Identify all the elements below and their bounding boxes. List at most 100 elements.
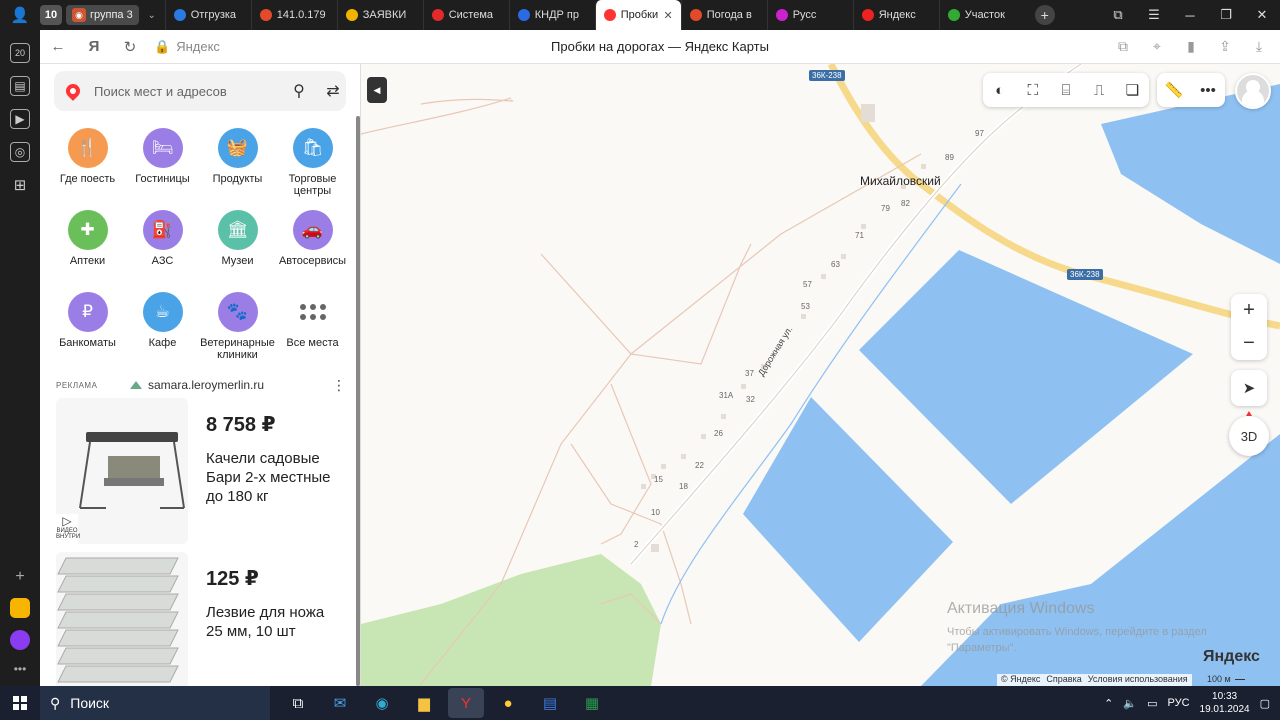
search-input[interactable] xyxy=(94,83,288,99)
browser-tab[interactable]: Русс xyxy=(766,0,853,30)
category-bed[interactable]: 🛏 Гостиницы xyxy=(125,128,200,200)
browser-tab[interactable]: Участок xyxy=(938,0,1025,30)
browser-tab[interactable]: Система xyxy=(422,0,509,30)
category-basket[interactable]: 🧺 Продукты xyxy=(200,128,275,200)
ad-product-card[interactable]: 125 ₽ Лезвие для ножа 25 мм, 10 шт xyxy=(50,552,350,686)
location-icon[interactable]: ⌖ xyxy=(1142,38,1172,55)
1c-app-icon[interactable]: ● xyxy=(490,688,526,718)
network-icon[interactable]: ▭ xyxy=(1147,697,1157,710)
sidebar-video-icon[interactable]: ▶ xyxy=(10,109,30,129)
collapse-panel-button[interactable]: ◀ xyxy=(367,77,387,103)
product-price: 8 758 ₽ xyxy=(206,414,276,436)
sidebar-apps-icon[interactable]: ⊞ xyxy=(10,175,30,195)
category-car-service[interactable]: 🚗 Автосервисы xyxy=(275,210,350,282)
word-app-icon[interactable]: ▤ xyxy=(532,688,568,718)
category-dots-grid[interactable]: Все места xyxy=(275,292,350,364)
camera-icon[interactable]: ⌸ xyxy=(1055,79,1077,101)
avatar[interactable] xyxy=(1235,73,1271,109)
more-vertical-icon[interactable]: ⋮ xyxy=(332,377,350,394)
keyboard-lang[interactable]: РУС xyxy=(1168,697,1190,709)
sidebar-add-icon[interactable]: + xyxy=(15,568,24,586)
traffic-layer-icon[interactable]: ◐ xyxy=(989,79,1011,101)
category-ruble[interactable]: ₽ Банкоматы xyxy=(50,292,125,364)
product-price: 125 ₽ xyxy=(206,568,259,590)
yandex-logo-icon[interactable]: Я xyxy=(76,38,112,55)
close-window-button[interactable]: ✕ xyxy=(1244,7,1280,23)
layers-icon[interactable]: ❏ xyxy=(1121,79,1143,101)
share-icon[interactable]: ⇪ xyxy=(1210,38,1240,55)
tab-group[interactable]: 10 ◉ группа 3 ⌄ xyxy=(40,4,159,26)
alice-icon[interactable] xyxy=(10,630,30,650)
mail-app-icon[interactable]: ✉ xyxy=(322,688,358,718)
category-coffee-cup[interactable]: ☕ Кафе xyxy=(125,292,200,364)
clock[interactable]: 10:33 19.01.2024 xyxy=(1200,690,1250,716)
collections-icon[interactable]: ⧉ xyxy=(1100,7,1136,23)
tab-group-pill[interactable]: ◉ группа 3 xyxy=(66,5,139,25)
download-icon[interactable]: ⤓ xyxy=(1244,38,1274,55)
volume-icon[interactable]: 🔈 xyxy=(1123,697,1137,710)
yandex-browser-app-icon[interactable]: Y xyxy=(448,688,484,718)
route-icon[interactable]: ⇄ xyxy=(318,71,348,111)
sidebar-screenshot-icon[interactable]: ◎ xyxy=(10,142,30,162)
category-shopping-bag[interactable]: 🛍 Торговые центры xyxy=(275,128,350,200)
browser-tab[interactable]: Погода в xyxy=(680,0,767,30)
zoom-in-button[interactable]: + xyxy=(1231,294,1267,327)
search-icon[interactable]: ⚲ xyxy=(288,81,310,101)
category-pharmacy-cross[interactable]: ✚ Аптеки xyxy=(50,210,125,282)
task-view-icon[interactable]: ⧉ xyxy=(280,688,316,718)
transit-icon[interactable]: ⎍ xyxy=(1088,79,1110,101)
fuel-icon: ⛽ xyxy=(142,210,183,250)
search-box[interactable]: ⚲ xyxy=(54,71,346,111)
browser-tab[interactable]: КНДР пр xyxy=(508,0,595,30)
ruler-icon[interactable]: 📏 xyxy=(1163,79,1185,101)
browser-tab[interactable]: 141.0.179 xyxy=(250,0,337,30)
zoom-out-button[interactable]: − xyxy=(1231,327,1267,360)
sidebar-counter-icon[interactable]: 20 xyxy=(10,43,30,63)
tray-chevron-icon[interactable]: ⌃ xyxy=(1104,697,1113,710)
category-museum[interactable]: 🏛 Музеи xyxy=(200,210,275,282)
map-canvas[interactable]: ◀ Михайловский Дорожная ул. 36К-238 36К-… xyxy=(361,64,1280,686)
minimize-button[interactable]: ─ xyxy=(1172,8,1208,23)
excel-app-icon[interactable]: ▦ xyxy=(574,688,610,718)
close-tab-icon[interactable]: ✕ xyxy=(664,9,673,22)
url-field[interactable]: 🔒 Яндекс xyxy=(154,39,220,55)
browser-tab[interactable]: Отгрузка xyxy=(164,0,251,30)
sidebar-mail-icon[interactable] xyxy=(10,598,30,618)
browser-tab[interactable]: Яндекс xyxy=(852,0,939,30)
more-horizontal-icon[interactable]: ••• xyxy=(1197,79,1219,101)
panorama-icon[interactable]: ⛶ xyxy=(1022,79,1044,101)
my-location-button[interactable]: ➤ xyxy=(1231,370,1267,406)
edge-app-icon[interactable]: ◉ xyxy=(364,688,400,718)
bookmark-icon[interactable]: ▮ xyxy=(1176,38,1206,55)
profile-icon[interactable]: 👤 xyxy=(0,0,40,30)
map-pin-icon xyxy=(63,81,83,101)
back-button[interactable]: ← xyxy=(40,38,76,55)
menu-icon[interactable]: ☰ xyxy=(1136,7,1172,23)
category-fork-knife[interactable]: 🍴 Где поесть xyxy=(50,128,125,200)
panel-scrollbar[interactable] xyxy=(356,116,360,686)
taskbar-search[interactable]: ⚲ Поиск xyxy=(40,686,270,720)
ad-product-card[interactable]: ▷ ВИДЕО ВНУТРИ 8 758 ₽ Качели садовые Ба… xyxy=(50,398,350,546)
category-pet[interactable]: 🐾 Ветеринарные клиники xyxy=(200,292,275,364)
track xyxy=(660,523,692,625)
sidebar-more-icon[interactable]: ••• xyxy=(14,662,27,676)
3d-button[interactable]: 3D xyxy=(1229,411,1269,456)
town-label[interactable]: Михайловский xyxy=(860,174,941,188)
start-button[interactable] xyxy=(0,686,40,720)
browser-tab[interactable]: ЗАЯВКИ xyxy=(336,0,423,30)
ad-domain-link[interactable]: samara.leroymerlin.ru xyxy=(130,378,264,392)
chevron-down-icon[interactable]: ⌄ xyxy=(145,10,159,21)
category-label: Банкоматы xyxy=(59,337,116,349)
house-number-label: 71 xyxy=(855,231,864,240)
translate-icon[interactable]: ⧉ xyxy=(1108,38,1138,55)
terms-link[interactable]: Условия использования xyxy=(1088,674,1188,686)
new-tab-button[interactable]: + xyxy=(1034,5,1055,25)
notifications-icon[interactable]: ▢ xyxy=(1260,697,1270,710)
help-link[interactable]: Справка xyxy=(1046,674,1081,686)
category-fuel[interactable]: ⛽ АЗС xyxy=(125,210,200,282)
reload-button[interactable]: ↻ xyxy=(112,38,148,56)
browser-tab[interactable]: Пробки ✕ xyxy=(594,0,681,30)
sidebar-notes-icon[interactable]: ▤ xyxy=(10,76,30,96)
maximize-button[interactable]: ❐ xyxy=(1208,7,1244,23)
explorer-app-icon[interactable]: ▆ xyxy=(406,688,442,718)
